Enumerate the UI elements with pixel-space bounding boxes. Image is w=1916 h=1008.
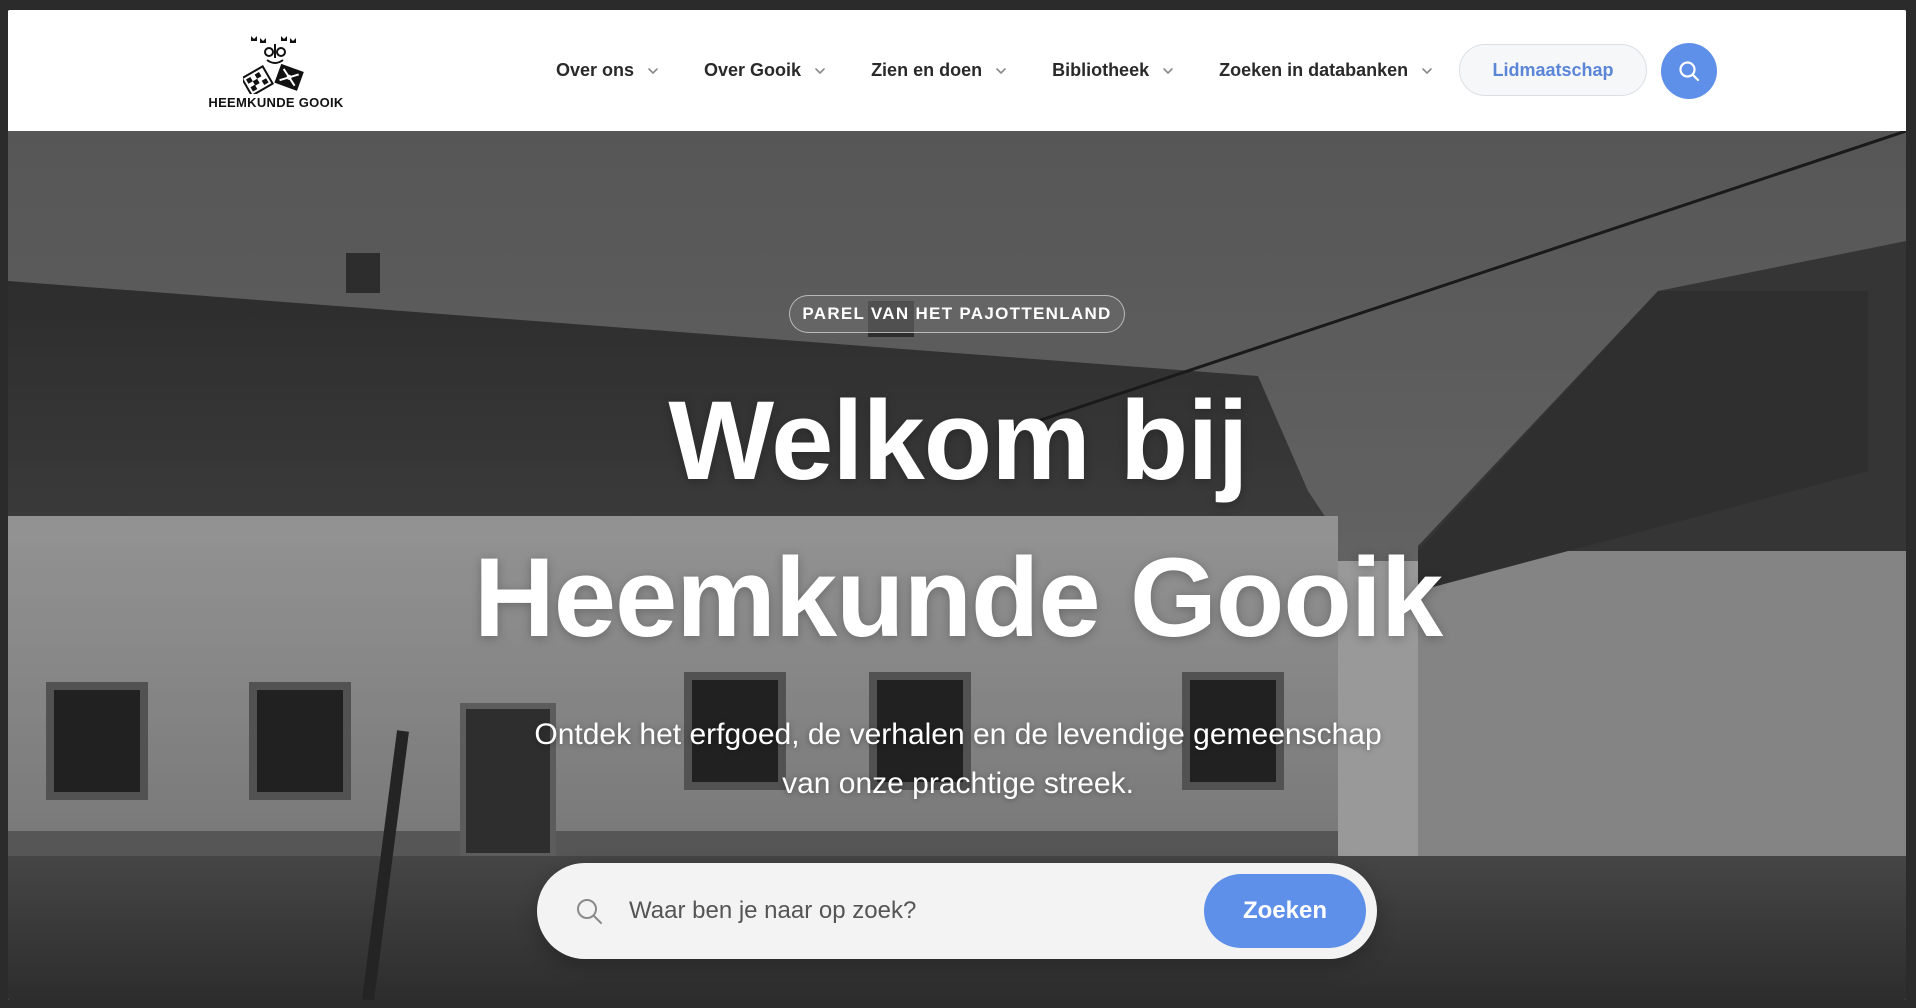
chevron-down-icon (1422, 67, 1432, 74)
header-search-button[interactable] (1661, 43, 1717, 99)
site-logo[interactable]: HEEMKUNDE GOOIK (201, 34, 351, 120)
hero-search-submit-button[interactable]: Zoeken (1204, 874, 1366, 948)
nav-item-bibliotheek[interactable]: Bibliotheek (1052, 60, 1175, 81)
chevron-down-icon (815, 67, 825, 74)
hero-search-bar: Zoeken (537, 863, 1377, 959)
chevron-down-icon (1163, 67, 1173, 74)
main-nav: Over ons Over Gooik Zien en doen Bibliot… (556, 10, 1478, 131)
hero-section: PAREL VAN HET PAJOTTENLAND Welkom bij He… (8, 131, 1906, 1000)
nav-item-over-ons[interactable]: Over ons (556, 60, 660, 81)
nav-item-label: Zien en doen (871, 60, 983, 80)
nav-item-label: Bibliotheek (1052, 60, 1150, 80)
site-header: HEEMKUNDE GOOIK Over ons Over Gooik Zien… (8, 10, 1906, 131)
nav-item-zien-en-doen[interactable]: Zien en doen (871, 60, 1008, 81)
hero-title-line-2: Heemkunde Gooik (473, 535, 1443, 660)
hero-search-input[interactable] (627, 885, 1167, 937)
membership-button[interactable]: Lidmaatschap (1459, 44, 1647, 96)
search-icon (577, 899, 602, 924)
logo-text: HEEMKUNDE GOOIK (208, 95, 344, 110)
nav-item-label: Over Gooik (704, 60, 802, 80)
nav-item-over-gooik[interactable]: Over Gooik (704, 60, 827, 81)
nav-item-label: Zoeken in databanken (1219, 60, 1409, 80)
nav-item-zoeken-in-databanken[interactable]: Zoeken in databanken (1219, 60, 1434, 81)
nav-item-label: Over ons (556, 60, 635, 80)
hero-subtitle-line-2: van onze prachtige streek. (782, 767, 1134, 800)
chevron-down-icon (648, 67, 658, 74)
hero-subtitle-line-1: Ontdek het erfgoed, de verhalen en de le… (534, 718, 1382, 751)
chevron-down-icon (996, 67, 1006, 74)
hero-badge: PAREL VAN HET PAJOTTENLAND (789, 295, 1125, 333)
coat-of-arms-icon (243, 36, 304, 94)
browser-viewport: HEEMKUNDE GOOIK Over ons Over Gooik Zien… (8, 10, 1906, 1000)
search-icon (1679, 61, 1700, 82)
hero-title-line-1: Welkom bij (668, 378, 1248, 503)
